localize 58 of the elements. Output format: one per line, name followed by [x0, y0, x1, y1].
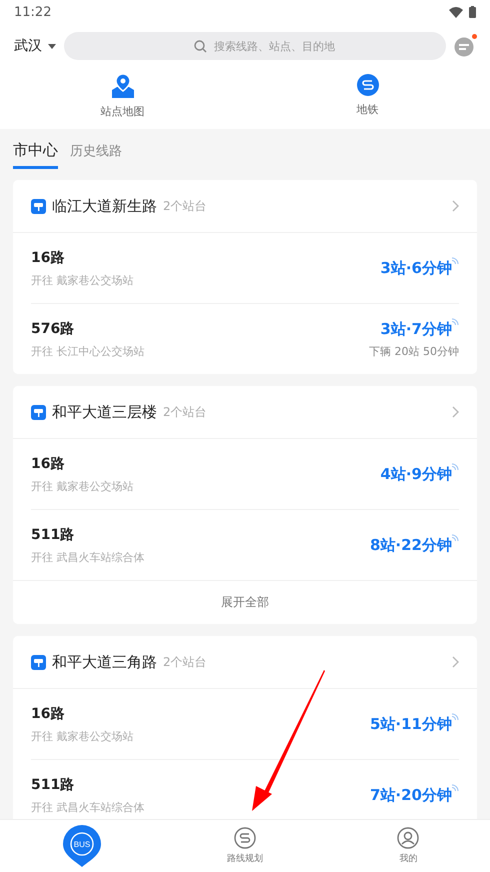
battery-icon	[469, 6, 476, 18]
platform-count: 2个站台	[163, 404, 207, 420]
route-destination: 开往 戴家巷公交场站	[31, 272, 134, 288]
live-signal-icon	[452, 534, 459, 540]
bus-stop-icon	[31, 404, 46, 420]
route-name: 511路	[31, 776, 76, 794]
metro-icon[interactable]	[356, 74, 378, 96]
caret-down-icon[interactable]	[48, 44, 56, 48]
route-row[interactable]: 16路 开往 戴家巷公交场站 3站·6分钟	[31, 233, 459, 304]
route-row[interactable]: 576路 开往 长江中心公交场站 3站·7分钟 下辆 20站 50分钟	[31, 304, 459, 374]
route-name: 16路	[31, 248, 66, 266]
arrival-estimate: 7站·20分钟	[370, 786, 452, 804]
tab[interactable]: 市中心	[13, 141, 58, 169]
shortcut-label[interactable]: 地铁	[356, 102, 378, 117]
station-name[interactable]: 和平大道三层楼	[52, 402, 157, 422]
expand-all-link[interactable]: 展开全部	[13, 580, 477, 624]
live-signal-icon	[452, 318, 459, 324]
arrival-estimate: 3站·6分钟	[380, 258, 452, 278]
arrival-estimate: 8站·22分钟	[370, 536, 452, 554]
route-name: 576路	[31, 320, 76, 338]
route-name: 511路	[31, 526, 76, 544]
next-bus-info: 下辆 20站 50分钟	[369, 344, 459, 358]
route-destination: 开往 戴家巷公交场站	[31, 728, 134, 744]
bus-stop-icon	[31, 198, 46, 214]
wifi-icon	[449, 6, 463, 18]
search-icon	[194, 40, 207, 53]
live-signal-icon	[452, 462, 459, 470]
message-icon[interactable]	[454, 37, 474, 57]
route-destination: 开往 长江中心公交场站	[31, 344, 144, 358]
platform-count: 2个站台	[163, 654, 207, 670]
route-row[interactable]: 16路 开往 戴家巷公交场站 4站·9分钟	[31, 439, 459, 510]
arrival-estimate: 5站·11分钟	[370, 714, 452, 734]
route-row[interactable]: 511路 开往 武昌火车站综合体 7站·20分钟	[31, 760, 459, 819]
route-name: 16路	[31, 454, 66, 472]
profile-icon[interactable]	[397, 827, 420, 849]
nav-label[interactable]: 我的	[399, 852, 418, 865]
nav-label[interactable]: 路线规划	[226, 852, 263, 865]
station-name[interactable]: 临江大道新生路	[52, 196, 157, 216]
station-name[interactable]: 和平大道三角路	[52, 652, 157, 672]
live-signal-icon	[452, 784, 459, 790]
arrival-estimate: 4站·9分钟	[380, 464, 452, 484]
route-destination: 开往 武昌火车站综合体	[31, 800, 144, 814]
arrival-estimate: 3站·7分钟	[380, 320, 452, 338]
route-icon[interactable]	[234, 827, 256, 849]
route-destination: 开往 武昌火车站综合体	[31, 550, 144, 564]
live-signal-icon	[452, 712, 459, 720]
route-destination: 开往 戴家巷公交场站	[31, 478, 134, 494]
bus-stop-icon	[31, 654, 46, 670]
shortcut-label[interactable]: 站点地图	[100, 104, 144, 119]
status-time: 11:22	[14, 4, 52, 20]
search-field[interactable]: 搜索线路、站点、目的地	[64, 32, 446, 60]
city-selector[interactable]: 武汉	[14, 37, 56, 55]
platform-count: 2个站台	[163, 198, 207, 214]
map-pin-icon[interactable]	[112, 74, 134, 98]
live-signal-icon	[452, 256, 459, 264]
bus-pin-icon[interactable]: BUS	[62, 825, 102, 867]
route-name: 16路	[31, 704, 66, 722]
route-row[interactable]: 511路 开往 武昌火车站综合体 8站·22分钟	[31, 510, 459, 580]
